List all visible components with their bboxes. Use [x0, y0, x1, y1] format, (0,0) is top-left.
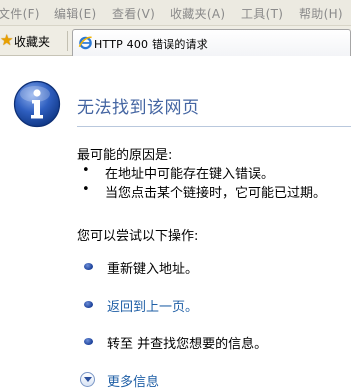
more-info-toggle[interactable]: 更多信息	[80, 370, 200, 390]
favorites-label: 收藏夹	[14, 35, 51, 49]
star-icon: ★	[0, 31, 14, 49]
menu-favorites[interactable]: 收藏夹(A)	[170, 5, 225, 22]
causes-title: 最可能的原因是:	[77, 148, 173, 163]
info-icon	[13, 80, 61, 128]
tab-title: HTTP 400 错误的请求	[94, 38, 208, 51]
toolbar-separator	[67, 31, 68, 51]
menu-file[interactable]: 文件(F)	[0, 5, 40, 22]
menu-view[interactable]: 查看(V)	[112, 5, 155, 22]
menu-edit[interactable]: 编辑(E)	[54, 5, 96, 22]
ie-icon	[78, 36, 92, 50]
cause-text: 当您点击某个链接时，它可能已过期。	[105, 186, 327, 201]
heading-divider	[77, 126, 351, 127]
cause-item: • 当您点击某个链接时，它可能已过期。	[82, 182, 327, 201]
bullet-dot: •	[82, 182, 90, 197]
bullet-icon	[84, 301, 93, 308]
tab-current-page[interactable]: HTTP 400 错误的请求	[72, 29, 351, 56]
bullet-icon	[84, 263, 93, 270]
cause-text: 在地址中可能存在键入错误。	[105, 167, 275, 182]
chevron-down-icon[interactable]	[80, 372, 95, 387]
more-info-link[interactable]: 更多信息	[107, 371, 159, 390]
action-text: 重新键入地址。	[107, 262, 199, 277]
action-go-back[interactable]: 返回到上一页。	[80, 295, 351, 315]
menu-help[interactable]: 帮助(H)	[299, 5, 343, 22]
bullet-dot: •	[82, 163, 90, 178]
try-title: 您可以尝试以下操作:	[77, 229, 199, 244]
action-retype-address: 重新键入地址。	[80, 257, 351, 277]
menu-tools[interactable]: 工具(T)	[241, 5, 283, 22]
favorites-button[interactable]: ★ 收藏夹	[0, 30, 60, 52]
menu-bar: 文件(F) 编辑(E) 查看(V) 收藏夹(A) 工具(T) 帮助(H)	[0, 0, 351, 26]
cause-item: • 在地址中可能存在键入错误。	[82, 163, 275, 182]
go-back-link[interactable]: 返回到上一页。	[107, 296, 198, 315]
error-page: 无法找到该网页 最可能的原因是: • 在地址中可能存在键入错误。 • 当您点击某…	[0, 57, 351, 390]
page-title: 无法找到该网页	[77, 98, 200, 118]
action-goto-home: 转至 并查找您想要的信息。	[80, 332, 351, 352]
bullet-icon	[84, 338, 93, 345]
tab-bar: ★ 收藏夹 HTTP 400 错误的请求	[0, 26, 351, 56]
action-text: 转至 并查找您想要的信息。	[107, 337, 268, 352]
